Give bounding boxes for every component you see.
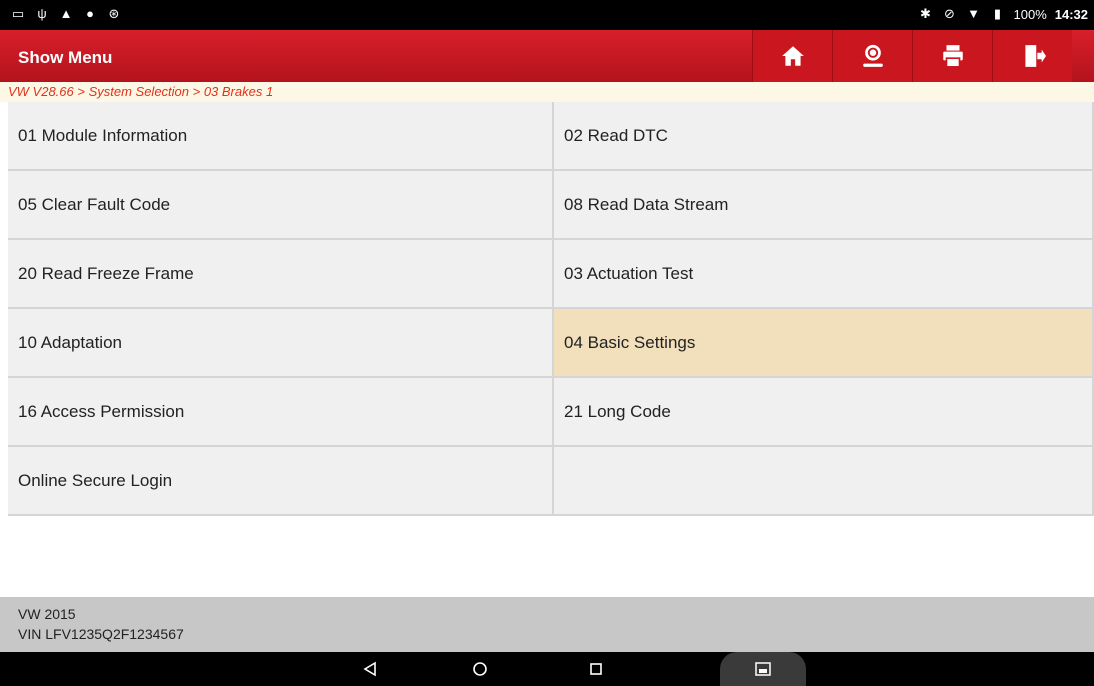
support-button[interactable] (832, 30, 912, 82)
menu-item-access-permission[interactable]: 16 Access Permission (8, 378, 554, 447)
menu-item-read-freeze-frame[interactable]: 20 Read Freeze Frame (8, 240, 554, 309)
usb-icon: ψ (37, 6, 47, 21)
menu-item-empty (554, 447, 1094, 516)
function-menu: 01 Module Information 02 Read DTC 05 Cle… (8, 102, 1094, 516)
image-icon (755, 662, 771, 676)
page-title[interactable]: Show Menu (18, 30, 112, 86)
status-right-icons: ✱ ⊘ ▼ ▮ 100% 14:32 (918, 6, 1088, 22)
menu-item-actuation-test[interactable]: 03 Actuation Test (554, 240, 1094, 309)
screenshot-icon: ▭ (11, 6, 25, 21)
status-left-icons: ▭ ψ ▲ ● ⊛ (10, 6, 122, 22)
home-circle-icon (473, 662, 487, 676)
android-nav-bar (0, 652, 1094, 686)
back-button[interactable] (350, 652, 390, 686)
warning-icon: ▲ (59, 6, 73, 21)
breadcrumb: VW V28.66 > System Selection > 03 Brakes… (0, 82, 1094, 102)
screenshot-button[interactable] (720, 652, 806, 686)
print-icon (942, 45, 963, 68)
menu-item-long-code[interactable]: 21 Long Code (554, 378, 1094, 447)
recents-button[interactable] (576, 652, 616, 686)
vehicle-info-bar: VW 2015 VIN LFV1235Q2F1234567 (0, 597, 1094, 652)
recents-icon (590, 663, 602, 675)
vehicle-vin: VIN LFV1235Q2F1234567 (18, 626, 184, 642)
home-nav-button[interactable] (460, 652, 500, 686)
vehicle-model-year: VW 2015 (18, 606, 76, 622)
home-icon (781, 46, 804, 66)
support-icon (862, 44, 883, 67)
menu-item-read-data-stream[interactable]: 08 Read Data Stream (554, 171, 1094, 240)
chat-icon: ● (86, 6, 94, 21)
bluetooth-icon: ✱ (920, 6, 931, 21)
clock: 14:32 (1054, 6, 1088, 22)
battery-percent: 100% (1013, 6, 1047, 22)
menu-item-adaptation[interactable]: 10 Adaptation (8, 309, 554, 378)
menu-item-clear-fault-code[interactable]: 05 Clear Fault Code (8, 171, 554, 240)
home-button[interactable] (752, 30, 832, 82)
menu-item-basic-settings[interactable]: 04 Basic Settings (554, 309, 1094, 378)
wifi-icon: ▼ (967, 6, 980, 21)
breadcrumb-text: VW V28.66 > System Selection > 03 Brakes… (8, 84, 274, 99)
menu-item-online-secure-login[interactable]: Online Secure Login (8, 447, 554, 516)
menu-item-read-dtc[interactable]: 02 Read DTC (554, 102, 1094, 171)
exit-icon (1024, 45, 1046, 67)
do-not-disturb-icon: ⊘ (944, 6, 955, 21)
print-button[interactable] (912, 30, 992, 82)
app-header: Show Menu (0, 30, 1094, 82)
menu-item-module-information[interactable]: 01 Module Information (8, 102, 554, 171)
exit-button[interactable] (992, 30, 1072, 82)
bluetooth-settings-icon: ⊛ (108, 6, 120, 21)
battery-icon: ▮ (993, 6, 1002, 21)
status-bar: ▭ ψ ▲ ● ⊛ ✱ ⊘ ▼ ▮ 100% 14:32 (0, 0, 1094, 30)
back-icon (363, 661, 376, 677)
